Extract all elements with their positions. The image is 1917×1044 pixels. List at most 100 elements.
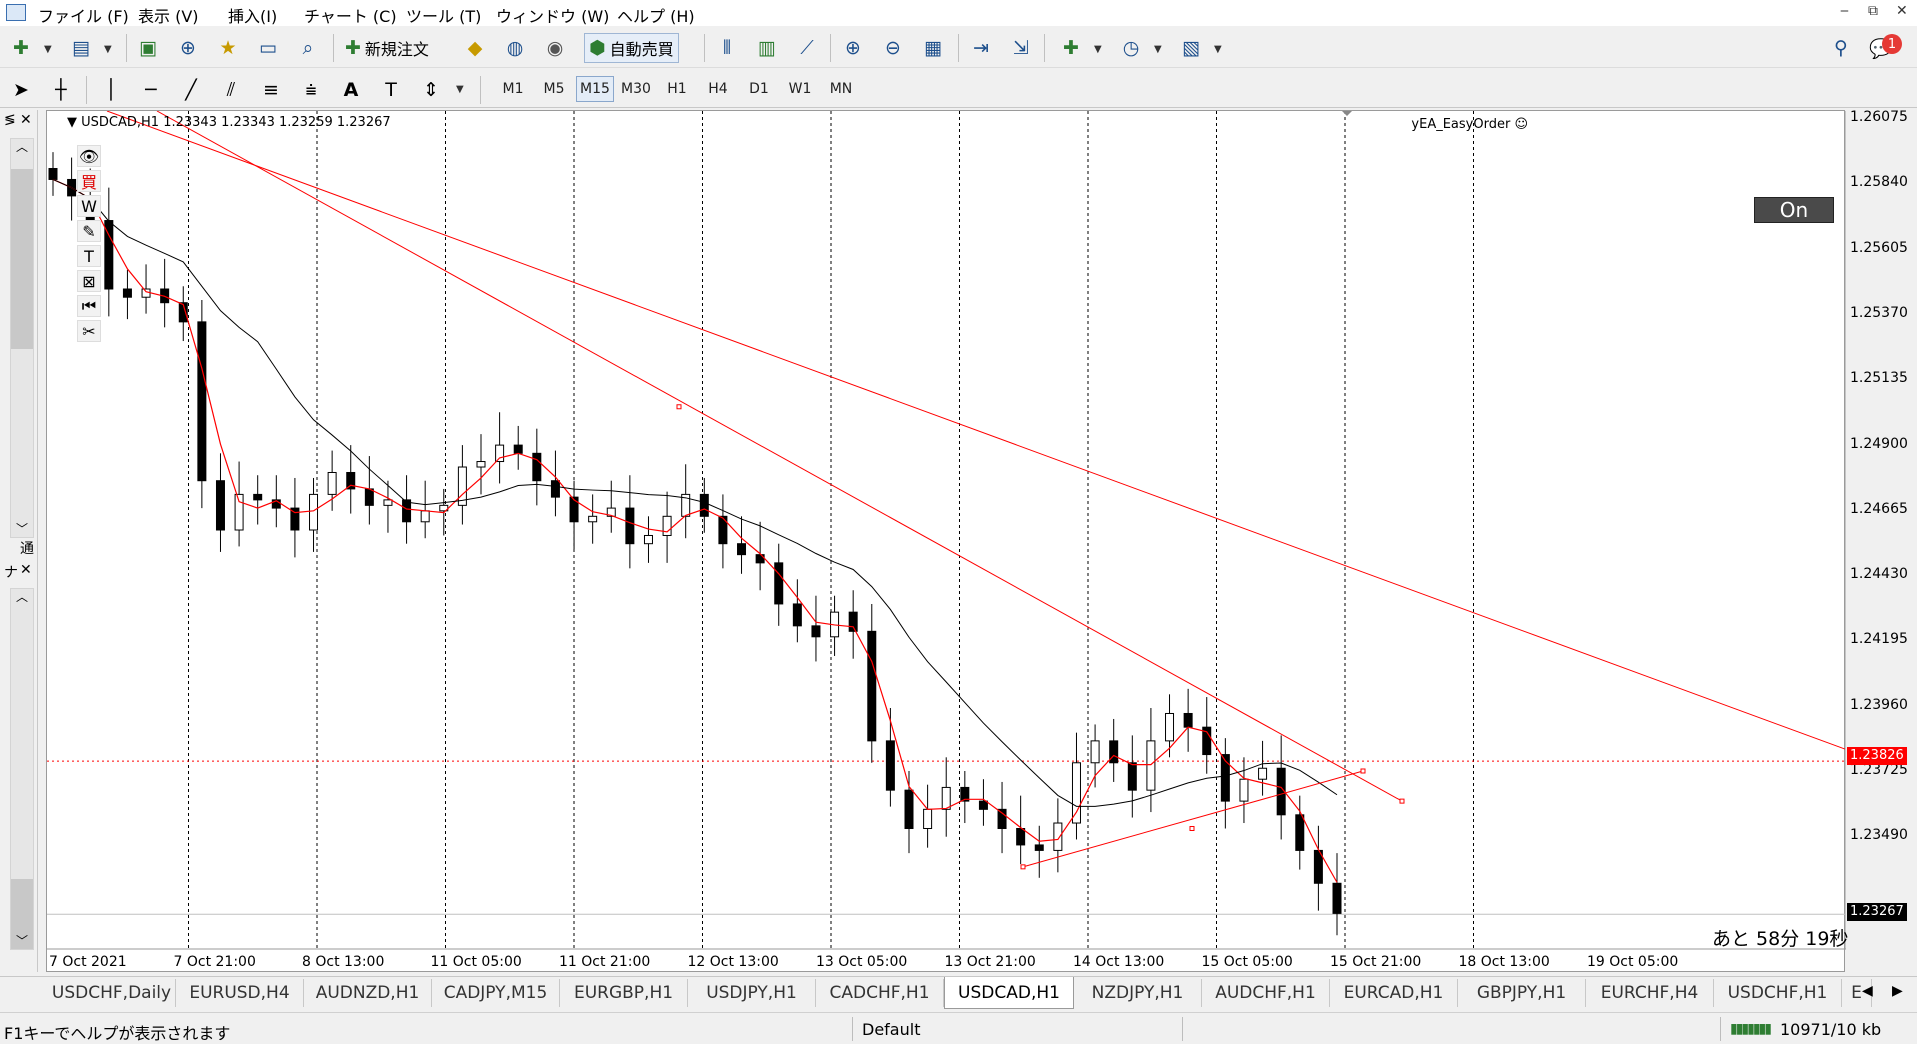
equidistant-channel-icon[interactable]: ⫽ <box>216 75 246 105</box>
chart-tab[interactable]: USDCHF,Daily <box>48 979 176 1007</box>
chart-tab[interactable]: AUDCHF,H1 <box>1202 979 1330 1007</box>
timeframe-m5[interactable]: M5 <box>535 76 573 102</box>
chevron-down-icon[interactable]: ▼ <box>104 44 112 55</box>
indicators-icon[interactable]: ✚ <box>1056 33 1086 63</box>
text-tool-icon[interactable]: T <box>77 245 101 267</box>
navigator-icon[interactable]: ★ <box>213 33 243 63</box>
zoom-out-icon[interactable]: ⊖ <box>878 33 908 63</box>
market-watch-icon[interactable]: ▣ <box>133 33 163 63</box>
chart-tab[interactable]: AUDNZD,H1 <box>304 979 432 1007</box>
chart-tab[interactable]: CADJPY,M15 <box>432 979 560 1007</box>
chevron-down-icon[interactable]: ▼ <box>1154 44 1162 55</box>
buy-icon[interactable]: 買 <box>77 170 101 192</box>
eye-icon[interactable]: 👁 <box>77 145 101 167</box>
menu-insert[interactable]: 挿入(I) <box>228 3 277 27</box>
templates-icon[interactable]: ▧ <box>1176 33 1206 63</box>
menu-help[interactable]: ヘルプ (H) <box>617 3 695 27</box>
w-icon[interactable]: W <box>77 195 101 217</box>
horizontal-line-icon[interactable]: ─ <box>136 75 166 105</box>
menu-chart[interactable]: チャート (C) <box>304 3 397 27</box>
scrollbar[interactable] <box>10 138 34 538</box>
timeframe-h1[interactable]: H1 <box>658 76 696 102</box>
strategy-tester-icon[interactable]: ⌕ <box>293 33 323 63</box>
data-window-icon[interactable]: ⊕ <box>173 33 203 63</box>
menu-file[interactable]: ファイル (F) <box>38 3 129 27</box>
profiles-icon[interactable]: ▤ <box>66 33 96 63</box>
scroll-up-icon[interactable]: ︿ <box>16 588 28 605</box>
tab-common[interactable]: 通 <box>20 538 34 558</box>
zoom-in-icon[interactable]: ⊕ <box>838 33 868 63</box>
ea-on-button[interactable]: On <box>1754 197 1834 223</box>
chart-tab[interactable]: USDJPY,H1 <box>688 979 816 1007</box>
minimize-icon[interactable]: ‒ <box>1840 3 1849 19</box>
chart-tab[interactable]: EURCHF,H4 <box>1586 979 1714 1007</box>
periods-icon[interactable]: ◷ <box>1116 33 1146 63</box>
chevron-down-icon[interactable]: ▼ <box>44 44 52 55</box>
chart-tab[interactable]: GBPJPY,H1 <box>1458 979 1586 1007</box>
new-order-button[interactable]: ✚ 新規注文 <box>345 33 429 63</box>
timeframe-h4[interactable]: H4 <box>699 76 737 102</box>
metaeditor-icon[interactable]: ◆ <box>460 33 490 63</box>
chevron-down-icon[interactable]: ▼ <box>1094 44 1102 55</box>
rewind-icon[interactable]: ⏮ <box>77 295 101 317</box>
cursor-icon[interactable]: ➤ <box>6 75 36 105</box>
chart-tab[interactable]: USDCAD,H1 <box>944 977 1074 1009</box>
fibonacci-fan-icon[interactable]: ⩧ <box>296 75 326 105</box>
pencil-icon[interactable]: ✎ <box>77 220 101 242</box>
chart-menu-icon[interactable]: ▼ <box>67 115 81 130</box>
chart-tab[interactable]: EURUSD,H4 <box>176 979 304 1007</box>
search-icon[interactable]: ⚲ <box>1826 33 1856 63</box>
chevron-down-icon[interactable]: ▼ <box>456 84 464 95</box>
scroll-down-icon[interactable]: ﹀ <box>16 932 28 949</box>
line-chart-icon[interactable]: ⟋ <box>792 33 822 63</box>
terminal-icon[interactable]: ▭ <box>253 33 283 63</box>
restore-icon[interactable]: ⧉ <box>1868 3 1878 19</box>
notification-badge[interactable]: 1 <box>1882 34 1902 54</box>
chevron-down-icon[interactable]: ▼ <box>1214 44 1222 55</box>
new-chart-icon[interactable]: ✚ <box>6 33 36 63</box>
auto-trading-button[interactable]: ⬢ 自動売買 <box>584 33 679 63</box>
timeframe-m30[interactable]: M30 <box>617 76 655 102</box>
tile-windows-icon[interactable]: ▦ <box>918 33 948 63</box>
bar-chart-icon[interactable]: ⫴ <box>712 33 742 63</box>
close-icon[interactable]: ✕ <box>20 112 32 128</box>
chart-tab[interactable]: EURCAD,H1 <box>1330 979 1458 1007</box>
fibonacci-retracement-icon[interactable]: ≡ <box>256 75 286 105</box>
timeframe-m15[interactable]: M15 <box>576 76 614 102</box>
scissors-icon[interactable]: ✂ <box>77 320 101 342</box>
menu-view[interactable]: 表示 (V) <box>138 3 199 27</box>
tab-scroll-right-icon[interactable]: ▶ <box>1892 983 1903 999</box>
tab-scroll-left-icon[interactable]: ◀ <box>1862 983 1873 999</box>
scroll-down-icon[interactable]: ﹀ <box>16 520 28 537</box>
scrollbar[interactable] <box>10 588 34 950</box>
crosshair-icon[interactable]: ┼ <box>46 75 76 105</box>
timeframe-w1[interactable]: W1 <box>781 76 819 102</box>
text-label-icon[interactable]: T <box>376 75 406 105</box>
text-icon[interactable]: A <box>336 75 366 105</box>
vertical-line-icon[interactable]: │ <box>96 75 126 105</box>
trendline-icon[interactable]: ╱ <box>176 75 206 105</box>
scroll-up-icon[interactable]: ︿ <box>16 138 28 155</box>
arrows-icon[interactable]: ⇕ <box>416 75 446 105</box>
candlestick-icon[interactable]: ▥ <box>752 33 782 63</box>
chart-canvas[interactable] <box>47 111 1846 973</box>
chart-tab[interactable]: EURGBP,H1 <box>560 979 688 1007</box>
timeframe-m1[interactable]: M1 <box>494 76 532 102</box>
close-icon[interactable]: ✕ <box>1896 3 1908 19</box>
timeframe-mn[interactable]: MN <box>822 76 860 102</box>
chart-shift-icon[interactable]: ⇥ <box>966 33 996 63</box>
menu-window[interactable]: ウィンドウ (W) <box>496 3 609 27</box>
chart-tab[interactable]: USDCHF,H1 <box>1714 979 1842 1007</box>
image-icon[interactable]: ⊠ <box>77 270 101 292</box>
trendline <box>106 111 1846 750</box>
menu-tools[interactable]: ツール (T) <box>406 3 481 27</box>
candle-body <box>364 488 374 506</box>
signals-icon[interactable]: ◉ <box>540 33 570 63</box>
autoscroll-icon[interactable]: ⇲ <box>1006 33 1036 63</box>
close-icon[interactable]: ✕ <box>20 562 32 578</box>
market-icon[interactable]: ◍ <box>500 33 530 63</box>
chart-tab[interactable]: CADCHF,H1 <box>816 979 944 1007</box>
chart-tab[interactable]: NZDJPY,H1 <box>1074 979 1202 1007</box>
chart-window[interactable]: ▼ USDCAD,H1 1.23343 1.23343 1.23259 1.23… <box>46 109 1908 973</box>
timeframe-d1[interactable]: D1 <box>740 76 778 102</box>
